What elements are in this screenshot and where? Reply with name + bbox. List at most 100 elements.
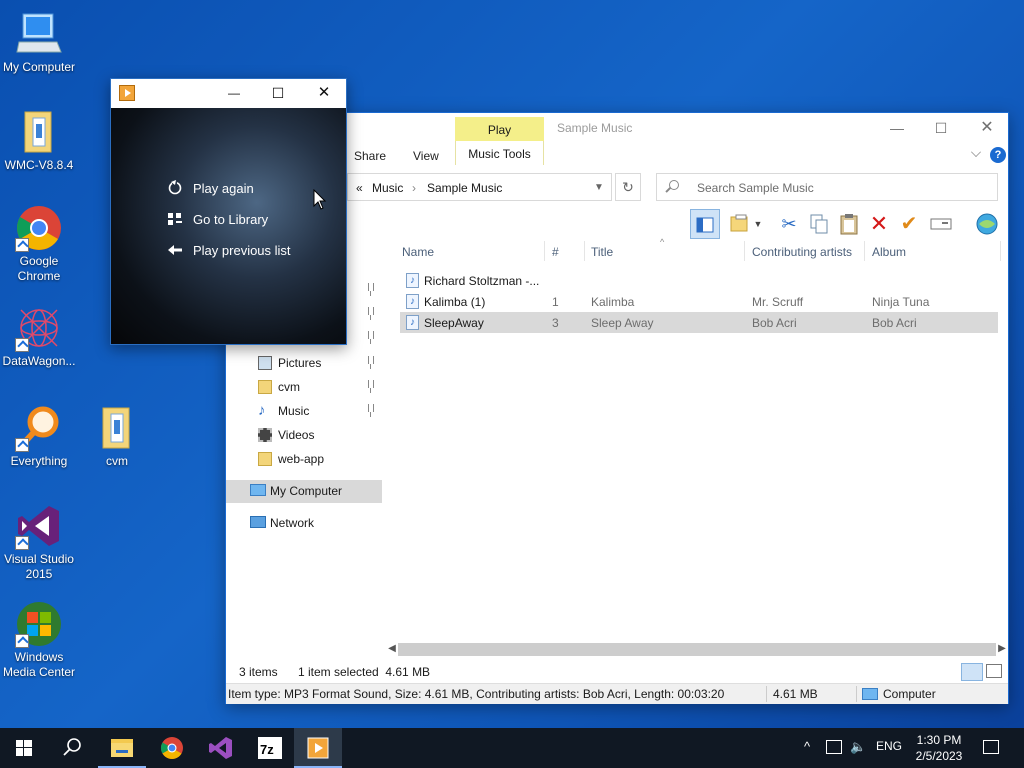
horizontal-scrollbar[interactable]: ◀ ▶	[386, 641, 1008, 659]
shortcut-arrow-icon	[15, 536, 29, 550]
ribbon-tab-play[interactable]: Play	[455, 117, 544, 141]
taskbar-7zip[interactable]: 7z	[246, 728, 294, 768]
cut-icon[interactable]: ✂	[774, 209, 804, 239]
visual-studio-icon	[15, 502, 63, 550]
media-player-titlebar[interactable]: — ☐ ✕	[111, 79, 346, 108]
rename-icon[interactable]	[926, 209, 956, 239]
pictures-icon	[258, 356, 272, 370]
nav-item-my-computer[interactable]: My Computer	[226, 480, 382, 503]
window-title: Sample Music	[557, 121, 633, 135]
search-input[interactable]: Search Sample Music	[697, 181, 814, 195]
desktop-icon-cvm[interactable]: cvm	[78, 404, 156, 469]
column-divider[interactable]	[864, 241, 865, 261]
desktop-icon-my-computer[interactable]: My Computer	[0, 10, 78, 75]
player-maximize-button[interactable]: ☐	[265, 83, 291, 103]
table-row[interactable]: ♪ Kalimba (1) 1 Kalimba Mr. Scruff Ninja…	[400, 291, 998, 312]
column-divider[interactable]	[544, 241, 545, 261]
music-note-icon: ♪	[258, 402, 266, 419]
nav-item-web-app[interactable]: web-app	[226, 448, 382, 470]
computer-icon	[15, 10, 63, 58]
column-divider[interactable]	[744, 241, 745, 261]
file-title: Kalimba	[591, 295, 635, 309]
ribbon-tab-share[interactable]: Share	[354, 149, 386, 163]
nav-item-cvm[interactable]: cvm	[226, 376, 382, 398]
delete-icon[interactable]: ✕	[864, 209, 894, 239]
notifications-icon[interactable]	[983, 740, 999, 754]
refresh-button[interactable]: ↻	[615, 173, 641, 201]
nav-item-network[interactable]: Network	[226, 512, 382, 534]
breadcrumb-sample-music[interactable]: Sample Music	[427, 181, 502, 195]
nav-item-videos[interactable]: Videos	[226, 424, 382, 446]
scroll-right-icon[interactable]: ▶	[996, 642, 1008, 656]
checkmark-icon[interactable]: ✔	[894, 209, 924, 239]
item-details: Item type: MP3 Format Sound, Size: 4.61 …	[228, 687, 725, 701]
nav-item-music[interactable]: ♪ Music	[226, 400, 382, 422]
details-view-button[interactable]	[961, 663, 983, 681]
search-icon	[63, 738, 81, 756]
help-icon[interactable]: ?	[990, 147, 1006, 163]
desktop-icon-datawagon[interactable]: DataWagon...	[0, 304, 78, 369]
scrollbar-thumb[interactable]	[398, 643, 996, 656]
desktop-icon-everything[interactable]: Everything	[0, 404, 78, 469]
desktop-icon-label: Google Chrome	[17, 254, 61, 283]
table-row[interactable]: ♪ Richard Stoltzman -...	[400, 270, 998, 291]
network-tray-icon[interactable]	[826, 740, 842, 754]
volume-icon[interactable]: 🔈	[850, 739, 866, 755]
close-button[interactable]: ✕	[964, 117, 1010, 139]
nav-item-pictures[interactable]: Pictures	[226, 352, 382, 374]
start-button[interactable]	[0, 728, 48, 768]
desktop-icon-wmc[interactable]: WMC-V8.8.4	[0, 108, 78, 173]
ribbon-expand-icon[interactable]	[971, 147, 981, 157]
taskbar-media-player[interactable]	[294, 728, 342, 768]
pin-icon	[368, 404, 374, 417]
taskbar-chrome[interactable]	[148, 728, 196, 768]
player-minimize-button[interactable]: —	[221, 83, 247, 103]
desktop-icon-windows-media-center[interactable]: Windows Media Center	[0, 600, 78, 680]
nav-item-label: cvm	[278, 380, 300, 394]
svg-text:7z: 7z	[260, 742, 274, 757]
library-icon	[168, 213, 182, 225]
ribbon-tab-music-tools[interactable]: Music Tools	[455, 141, 544, 165]
column-header-contributing-artists[interactable]: Contributing artists	[752, 245, 852, 259]
desktop-icon-google-chrome[interactable]: Google Chrome	[0, 204, 78, 284]
table-row-selected[interactable]: ♪ SleepAway 3 Sleep Away Bob Acri Bob Ac…	[400, 312, 998, 333]
minimize-button[interactable]: —	[874, 117, 920, 139]
address-dropdown-icon[interactable]: ▼	[594, 182, 604, 193]
copy-icon[interactable]	[804, 209, 834, 239]
search-button[interactable]	[48, 728, 96, 768]
column-divider[interactable]	[1000, 241, 1001, 261]
preview-pane-button[interactable]	[690, 209, 720, 239]
desktop-icon-visual-studio[interactable]: Visual Studio 2015	[0, 502, 78, 582]
column-header-number[interactable]: #	[552, 245, 559, 259]
search-icon	[669, 180, 679, 190]
desktop-icon-label: Everything	[10, 454, 68, 468]
divider	[766, 686, 767, 702]
ribbon-tab-view[interactable]: View	[413, 149, 439, 163]
nav-item-label: web-app	[278, 452, 325, 466]
file-artist: Mr. Scruff	[752, 295, 804, 309]
column-header-name[interactable]: Name	[402, 245, 434, 259]
maximize-button[interactable]: ☐	[918, 117, 964, 139]
column-divider[interactable]	[584, 241, 585, 261]
taskbar-file-explorer[interactable]	[98, 728, 146, 768]
player-close-button[interactable]: ✕	[311, 83, 337, 103]
film-icon	[258, 428, 272, 442]
address-bar[interactable]: « Music › Sample Music ▼	[347, 173, 612, 201]
show-hidden-icons-button[interactable]: ^	[804, 739, 810, 754]
address-overflow[interactable]: «	[356, 181, 363, 195]
visual-studio-icon	[209, 737, 232, 759]
dropdown-arrow-icon[interactable]: ▼	[752, 209, 764, 239]
item-size: 4.61 MB	[773, 687, 818, 701]
status-bar: 3 items 1 item selected 4.61 MB	[226, 661, 1008, 683]
column-header-title[interactable]: Title	[591, 245, 613, 259]
taskbar-visual-studio[interactable]	[196, 728, 244, 768]
search-box[interactable]: Search Sample Music	[656, 173, 998, 201]
paste-icon[interactable]	[834, 209, 864, 239]
breadcrumb-music[interactable]: Music	[372, 181, 403, 195]
large-icons-view-button[interactable]	[986, 664, 1002, 678]
media-player-window[interactable]: — ☐ ✕ Play again Go to Library Play prev…	[110, 78, 347, 345]
scroll-left-icon[interactable]: ◀	[386, 642, 398, 656]
clock[interactable]: 1:30 PM 2/5/2023	[898, 732, 980, 764]
column-header-album[interactable]: Album	[872, 245, 906, 259]
globe-icon[interactable]	[972, 209, 1002, 239]
